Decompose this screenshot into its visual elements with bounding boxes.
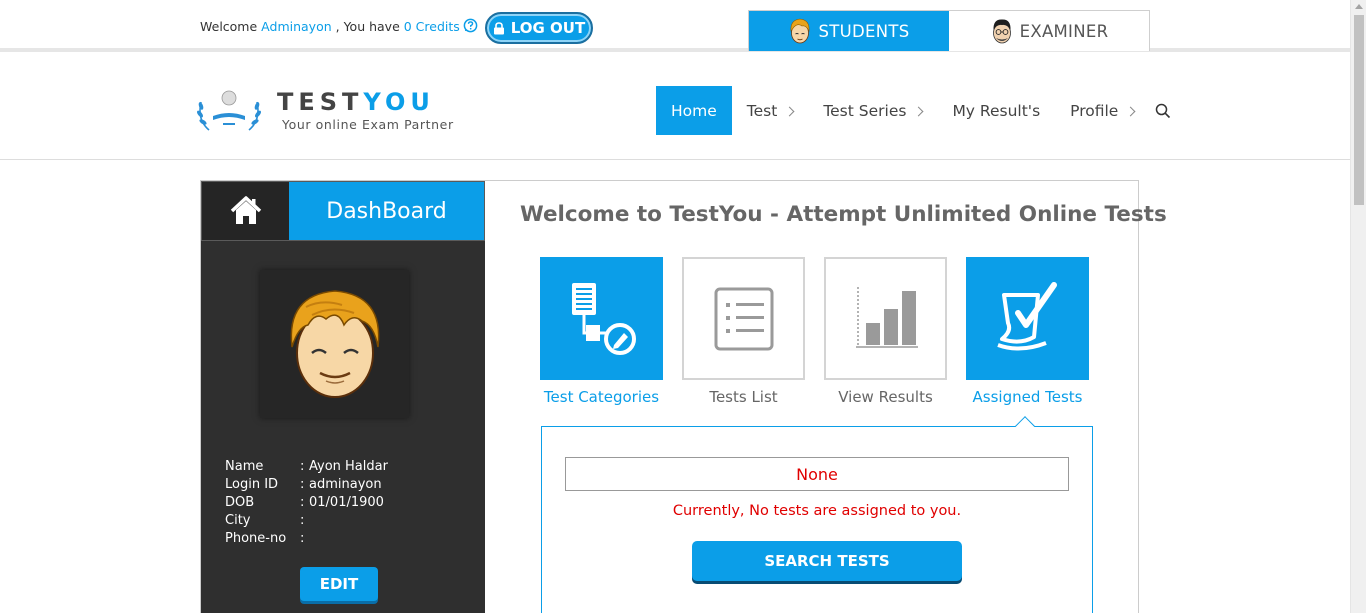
role-tabs: STUDENTS EXAMINER [748,10,1150,51]
search-icon[interactable] [1155,103,1171,119]
brand-test: TEST [277,88,364,116]
nav-test[interactable]: Test [732,86,809,135]
profile-value: adminayon [309,476,382,492]
panel-notch [1015,416,1035,436]
search-tests-button[interactable]: SEARCH TESTS [692,541,962,581]
credits-link[interactable]: 0 Credits [404,19,460,34]
nav-home[interactable]: Home [656,86,732,135]
nav-my-results[interactable]: My Result's [937,86,1055,135]
profile-row-phone: Phone-no : [225,529,388,547]
help-icon[interactable] [463,18,478,33]
nav-home-label: Home [671,101,717,120]
logo-tagline: Your online Exam Partner [282,117,454,132]
logout-button[interactable]: LOG OUT [485,12,593,44]
edit-profile-button[interactable]: EDIT [300,567,378,601]
tile-tests-list-label: Tests List [709,388,778,406]
home-icon [230,196,261,224]
feature-tiles: Test Categories Tests List View Results … [540,257,1089,406]
welcome-prefix: Welcome [200,19,258,34]
tab-examiner[interactable]: EXAMINER [949,11,1149,51]
profile-label: Phone-no [225,530,287,546]
top-bar: Welcome Adminayon , You have 0 Credits .… [0,0,1350,52]
nav-profile-label: Profile [1070,101,1119,120]
profile-separator: : [300,458,305,474]
tile-tests-list-box[interactable] [682,257,805,380]
dashboard-header: DashBoard [201,181,485,241]
profile-label: City [225,512,251,528]
chevron-right-icon [1125,106,1136,116]
logo-text: TESTYOU [277,88,435,116]
profile-separator: : [300,494,305,510]
tab-students-label: STUDENTS [818,21,910,41]
tile-view-results-box[interactable] [824,257,947,380]
student-face-icon [791,18,810,44]
profile-separator: : [300,476,305,492]
dashboard-container: DashBoard Name : Ayon Haldar Login ID : … [200,180,1167,613]
assigned-tests-panel: None Currently, No tests are assigned to… [541,416,1093,613]
lock-icon [493,21,504,34]
nav-test-label: Test [746,101,778,120]
profile-details: Name : Ayon Haldar Login ID : adminayon … [225,457,388,547]
sidebar: DashBoard Name : Ayon Haldar Login ID : … [201,181,485,613]
profile-row-dob: DOB : 01/01/1900 [225,493,388,511]
assigned-tests-select[interactable]: None [565,457,1069,491]
profile-row-login-id: Login ID : adminayon [225,475,388,493]
username-link[interactable]: Adminayon [261,19,331,34]
main-content: Welcome to TestYou - Attempt Unlimited O… [485,181,1167,613]
site-logo[interactable]: TESTYOU Your online Exam Partner [195,84,455,140]
tile-assigned-tests-box[interactable] [966,257,1089,380]
tab-students[interactable]: STUDENTS [749,11,949,51]
no-tests-message: Currently, No tests are assigned to you. [672,503,962,519]
profile-value: 01/01/1900 [309,494,384,510]
page-title: Welcome to TestYou - Attempt Unlimited O… [520,202,1167,227]
profile-separator: : [300,530,305,546]
view-results-icon [855,286,918,348]
scrollbar-thumb[interactable] [1354,15,1364,205]
have-text: , You have [335,19,400,34]
home-button[interactable] [202,182,289,240]
profile-label: DOB [225,494,255,510]
page-scrollbar[interactable] [1350,0,1366,613]
profile-row-name: Name : Ayon Haldar [225,457,388,475]
chevron-right-icon [784,106,795,116]
profile-row-city: City : [225,511,388,529]
tile-assigned-tests-label: Assigned Tests [972,388,1083,406]
scroll-up-arrow-icon[interactable] [1355,4,1363,9]
avatar [290,290,379,398]
profile-label: Name [225,458,264,474]
tile-test-categories-label: Test Categories [543,388,660,406]
nav-test-series[interactable]: Test Series [808,86,937,135]
logout-label: LOG OUT [510,19,586,37]
nav-test-series-label: Test Series [823,101,907,120]
test-categories-icon [571,282,636,355]
tile-test-categories-box[interactable] [540,257,663,380]
nav-my-results-label: My Result's [952,101,1041,120]
profile-value: Ayon Haldar [309,458,388,474]
profile-separator: : [300,512,305,528]
laurel-emblem-icon [197,90,261,131]
tab-examiner-label: EXAMINER [1019,21,1109,41]
brand-you: YOU [363,88,435,116]
welcome-text: Welcome Adminayon , You have 0 Credits . [200,19,468,34]
tile-view-results[interactable]: View Results [824,257,947,406]
tile-assigned-tests[interactable]: Assigned Tests [966,257,1089,406]
profile-label: Login ID [225,476,279,492]
dashboard-title: DashBoard [289,182,484,240]
avatar-frame [260,270,409,418]
tile-tests-list[interactable]: Tests List [682,257,805,406]
tests-list-icon [714,287,773,350]
site-header: TESTYOU Your online Exam Partner Home Te… [0,56,1350,160]
examiner-face-icon [992,19,1011,44]
assigned-tests-icon [996,281,1057,350]
chevron-right-icon [913,106,924,116]
main-nav: Home Test Test Series My Result's Profil… [656,86,1171,135]
tile-view-results-label: View Results [838,388,933,406]
tile-test-categories[interactable]: Test Categories [540,257,663,406]
nav-profile[interactable]: Profile [1055,86,1149,135]
